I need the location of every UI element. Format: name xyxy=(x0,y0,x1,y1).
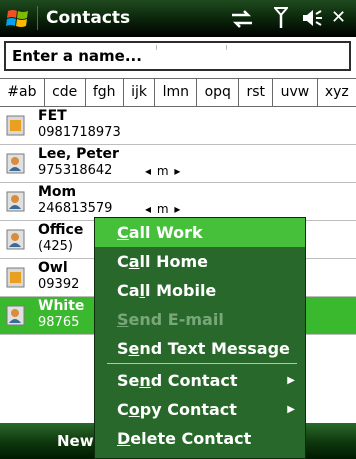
search-input[interactable] xyxy=(10,43,344,69)
menu-label-post: ll Home xyxy=(139,252,208,271)
menu-item-call-work[interactable]: Call Work xyxy=(95,218,305,247)
menu-item-call-home[interactable]: Call Home xyxy=(95,247,305,276)
contact-card-icon xyxy=(6,191,25,212)
menu-item-delete-contact[interactable]: Delete Contact xyxy=(95,424,305,453)
menu-label-pre: C xyxy=(117,400,129,419)
tab-lmn[interactable]: lmn xyxy=(155,79,198,106)
contact-name: Office xyxy=(38,222,84,238)
volume-icon[interactable] xyxy=(302,9,324,27)
contact-phone: 09392 xyxy=(38,277,80,292)
menu-label-accel: C xyxy=(117,223,129,242)
sim-card-icon xyxy=(6,267,25,288)
contact-name: FET xyxy=(38,108,67,124)
contact-phone: 975318642 xyxy=(38,163,113,178)
contact-name: White xyxy=(38,298,85,314)
menu-label-accel: D xyxy=(117,429,131,448)
contact-name: Lee, Peter xyxy=(38,146,119,162)
app-title: Contacts xyxy=(46,8,131,28)
contact-name: Owl xyxy=(38,260,68,276)
menu-label-pre: C xyxy=(117,252,129,271)
tab-cde[interactable]: cde xyxy=(45,79,86,106)
menu-item-call-mobile[interactable]: Call Mobile xyxy=(95,276,305,305)
menu-label-accel: e xyxy=(128,339,140,358)
menu-label-pre: Ca xyxy=(117,281,140,300)
contact-card-icon xyxy=(6,305,25,326)
contact-phone: 98765 xyxy=(38,315,80,330)
close-icon[interactable]: ✕ xyxy=(331,7,346,28)
menu-label-post: nd Text Message xyxy=(139,339,290,358)
signal-icon[interactable] xyxy=(274,7,288,29)
search-row xyxy=(0,37,356,74)
contact-name: Mom xyxy=(38,184,77,200)
menu-label-post: l Mobile xyxy=(145,281,217,300)
contact-card-icon xyxy=(6,229,25,250)
menu-label-accel: S xyxy=(117,310,129,329)
menu-label-accel: a xyxy=(128,252,140,271)
tab-uvw[interactable]: uvw xyxy=(273,79,318,106)
title-separator xyxy=(37,6,38,30)
contact-row[interactable]: Mom 246813579 ◂ m ▸ xyxy=(0,183,356,221)
menu-label-post: end E-mail xyxy=(128,310,224,329)
contact-phone: 0981718973 xyxy=(38,125,121,140)
contact-phone: 246813579 xyxy=(38,201,113,216)
menu-item-send-email: Send E-mail xyxy=(95,305,305,334)
number-type-selector[interactable]: ◂ m ▸ xyxy=(145,164,181,178)
menu-label-post: d Contact xyxy=(150,371,238,390)
contact-row[interactable]: Lee, Peter 975318642 ◂ m ▸ xyxy=(0,145,356,183)
tab-fgh[interactable]: fgh xyxy=(86,79,124,106)
menu-label-post: all Work xyxy=(128,223,203,242)
tab-ijk[interactable]: ijk xyxy=(124,79,156,106)
tab-opq[interactable]: opq xyxy=(197,79,240,106)
letter-tabs: #ab cde fgh ijk lmn opq rst uvw xyz xyxy=(0,78,356,107)
menu-label-accel: o xyxy=(128,400,140,419)
sim-card-icon xyxy=(6,115,25,136)
search-box xyxy=(4,41,351,71)
menu-label-accel: n xyxy=(139,371,151,390)
search-box-tick xyxy=(226,45,227,50)
windows-start-icon[interactable] xyxy=(5,6,31,32)
context-menu: Call Work Call Home Call Mobile Send E-m… xyxy=(94,217,306,459)
menu-separator xyxy=(107,363,297,364)
menu-label-pre: S xyxy=(117,339,129,358)
menu-item-send-contact[interactable]: Send Contact ▶ xyxy=(95,366,305,395)
title-bar: Contacts ✕ xyxy=(0,0,356,37)
sync-icon[interactable] xyxy=(230,10,254,28)
contact-row[interactable]: FET 0981718973 xyxy=(0,107,356,145)
new-softkey[interactable]: New xyxy=(57,432,94,450)
submenu-arrow-icon: ▶ xyxy=(287,404,295,415)
menu-item-send-text-message[interactable]: Send Text Message xyxy=(95,334,305,363)
menu-label-pre: Se xyxy=(117,371,140,390)
contact-phone: (425) xyxy=(38,239,73,254)
menu-label-post: py Contact xyxy=(139,400,237,419)
menu-item-copy-contact[interactable]: Copy Contact ▶ xyxy=(95,395,305,424)
tab-ab[interactable]: #ab xyxy=(0,79,45,106)
tab-xyz[interactable]: xyz xyxy=(318,79,356,106)
menu-label-post: elete Contact xyxy=(130,429,252,448)
search-box-tick xyxy=(156,45,157,50)
tab-rst[interactable]: rst xyxy=(239,79,274,106)
number-type-selector[interactable]: ◂ m ▸ xyxy=(145,202,181,216)
submenu-arrow-icon: ▶ xyxy=(287,375,295,386)
contact-card-icon xyxy=(6,153,25,174)
